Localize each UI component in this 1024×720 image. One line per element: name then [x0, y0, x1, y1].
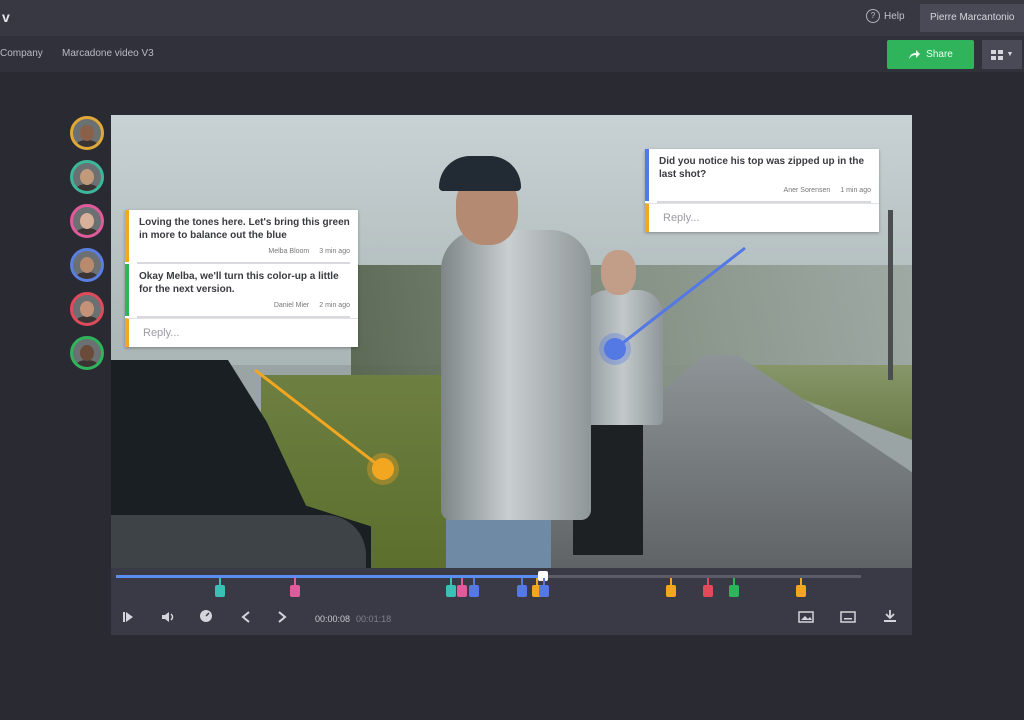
top-bar: v ? Help Pierre Marcantonio [0, 0, 1024, 36]
play-icon[interactable] [118, 609, 138, 629]
timeline-comment-marker[interactable] [215, 578, 226, 597]
help-icon: ? [866, 9, 880, 23]
marker-stem [521, 578, 524, 585]
timeline-comment-marker[interactable] [517, 578, 528, 597]
video-person-front [441, 230, 591, 520]
comment-thread-right: Did you notice his top was zipped up in … [645, 149, 879, 232]
timeline-track[interactable] [116, 575, 861, 578]
marker-stem [707, 578, 710, 585]
grid-icon [990, 49, 1003, 60]
marker-stem [535, 578, 538, 585]
timeline-comment-marker[interactable] [446, 578, 457, 597]
annotation-pin-orange[interactable] [372, 458, 394, 480]
avatar-body [75, 184, 99, 191]
timeline-comment-marker[interactable] [539, 578, 550, 597]
marker-stem [800, 578, 803, 585]
marker-stem [670, 578, 673, 585]
breadcrumb-project[interactable]: Marcadone video V3 [62, 48, 154, 59]
avatar-body [75, 360, 99, 367]
time-display: 00:00:08 00:01:18 [315, 614, 391, 624]
timeline-comment-marker[interactable] [666, 578, 677, 597]
current-time: 00:00:08 [315, 614, 351, 624]
marker-stem [543, 578, 546, 585]
avatar-face [80, 125, 94, 141]
comment-item[interactable]: Okay Melba, we'll turn this color-up a l… [125, 264, 358, 316]
marker-stem [293, 578, 296, 585]
share-label: Share [926, 49, 953, 60]
caption-icon[interactable] [838, 609, 858, 629]
view-chevron: ▼ [1006, 51, 1014, 58]
participant-avatar[interactable] [70, 336, 104, 370]
participant-avatar[interactable] [70, 292, 104, 326]
timeline-comment-marker[interactable] [729, 578, 740, 597]
comment-item[interactable]: Did you notice his top was zipped up in … [645, 149, 879, 201]
download-icon[interactable] [880, 609, 900, 629]
marker-stem [733, 578, 736, 585]
timeline-comment-marker[interactable] [703, 578, 714, 597]
app-logo[interactable]: v [2, 9, 10, 25]
avatar-body [75, 272, 99, 279]
share-icon [909, 49, 921, 59]
comment-text: Loving the tones here. Let's bring this … [139, 217, 350, 241]
help-label: Help [884, 10, 905, 22]
avatar-face [80, 257, 94, 273]
comment-time: 1 min ago [840, 187, 871, 194]
avatar-face [80, 301, 94, 317]
marker-stem [450, 578, 453, 585]
video-person-back-head [601, 250, 636, 295]
avatar-body [75, 140, 99, 147]
annotation-pin-blue[interactable] [604, 338, 626, 360]
next-frame-icon[interactable] [272, 609, 292, 629]
share-button[interactable]: Share [887, 40, 974, 69]
volume-icon[interactable] [158, 609, 178, 629]
reply-input[interactable]: Reply... [645, 203, 879, 232]
player-controls [111, 568, 912, 635]
timeline-progress [116, 575, 541, 578]
participant-avatar[interactable] [70, 160, 104, 194]
comment-text: Okay Melba, we'll turn this color-up a l… [139, 271, 339, 295]
participant-avatar[interactable] [70, 204, 104, 238]
timeline-comment-marker[interactable] [289, 578, 300, 597]
speed-icon[interactable] [196, 609, 216, 629]
comment-item[interactable]: Loving the tones here. Let's bring this … [125, 210, 358, 262]
view-toggle-button[interactable]: ▼ [982, 40, 1022, 69]
help-button[interactable]: ? Help [866, 9, 905, 23]
video-person-back [583, 290, 663, 425]
reply-input[interactable]: Reply... [125, 318, 358, 347]
avatar-body [75, 316, 99, 323]
duration: 00:01:18 [356, 614, 392, 624]
breadcrumb-company[interactable]: Company [0, 48, 43, 59]
frame-icon[interactable] [796, 609, 816, 629]
marker-stem [219, 578, 222, 585]
comment-author: Melba Bloom [268, 248, 310, 255]
comment-text: Did you notice his top was zipped up in … [659, 156, 865, 180]
video-pole [888, 210, 893, 380]
comment-time: 2 min ago [319, 302, 350, 309]
timeline-comment-marker[interactable] [468, 578, 479, 597]
avatar-face [80, 213, 94, 229]
comment-time: 3 min ago [319, 248, 350, 255]
participant-avatar[interactable] [70, 248, 104, 282]
timeline-comment-marker[interactable] [457, 578, 468, 597]
participant-avatar[interactable] [70, 116, 104, 150]
marker-stem [472, 578, 475, 585]
comment-author: Aner Sorensen [783, 187, 831, 194]
avatar-body [75, 228, 99, 235]
comment-thread-left: Loving the tones here. Let's bring this … [125, 210, 358, 347]
avatar-face [80, 169, 94, 185]
avatar-face [80, 345, 94, 361]
video-car-hood [111, 515, 366, 568]
marker-stem [461, 578, 464, 585]
timeline-comment-marker[interactable] [796, 578, 807, 597]
comment-author: Daniel Mier [273, 302, 310, 309]
prev-frame-icon[interactable] [236, 609, 256, 629]
user-menu-button[interactable]: Pierre Marcantonio [920, 4, 1024, 32]
